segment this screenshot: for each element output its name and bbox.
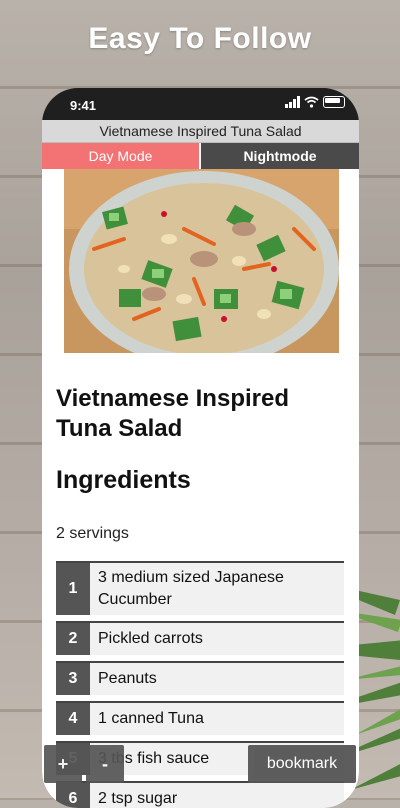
banner-title: Easy To Follow	[88, 22, 312, 55]
ingredient-number: 4	[56, 703, 90, 735]
ingredient-text: Peanuts	[98, 670, 157, 687]
ingredient-row: 3 Peanuts	[56, 661, 344, 695]
zoom-in-button[interactable]: +	[44, 745, 82, 783]
ingredient-row: 4 1 canned Tuna	[56, 701, 344, 735]
tab-day-mode[interactable]: Day Mode	[42, 143, 199, 169]
ingredient-number: 3	[56, 663, 90, 695]
status-icons	[285, 96, 345, 108]
battery-icon	[323, 96, 345, 108]
ingredient-row: 6 2 tsp sugar	[56, 781, 344, 808]
app-title: Vietnamese Inspired Tuna Salad	[42, 120, 359, 143]
servings-text: 2 servings	[56, 525, 129, 542]
ingredient-row: 1 3 medium sized Japanese Cucumber	[56, 561, 344, 615]
ingredient-number: 1	[56, 563, 90, 615]
phone-frame: 9:41 Vietnamese Inspired Tuna Salad Day …	[42, 88, 359, 808]
status-time: 9:41	[70, 98, 97, 113]
tab-nightmode[interactable]: Nightmode	[199, 143, 359, 169]
zoom-out-button[interactable]: -	[86, 745, 124, 783]
zoom-controls: + -	[44, 745, 124, 783]
ingredient-row: 2 Pickled carrots	[56, 621, 344, 655]
recipe-title: Vietnamese Inspired Tuna Salad	[56, 385, 289, 442]
recipe-photo	[64, 169, 339, 367]
ingredient-number: 6	[56, 783, 90, 808]
phone-notch	[122, 88, 279, 112]
ingredients-heading: Ingredients	[56, 466, 191, 494]
bookmark-button[interactable]: bookmark	[248, 745, 356, 783]
signal-icon	[285, 96, 300, 108]
ingredient-number: 2	[56, 623, 90, 655]
ingredient-text: 1 canned Tuna	[98, 710, 204, 727]
ingredient-text: 2 tsp sugar	[98, 790, 178, 807]
ingredient-text: Pickled carrots	[98, 630, 203, 647]
wifi-icon	[304, 96, 319, 108]
mode-tabs: Day Mode Nightmode	[42, 143, 359, 169]
app-screen: Vietnamese Inspired Tuna Salad Day Mode …	[42, 120, 359, 808]
ingredient-text: 3 medium sized Japanese Cucumber	[98, 569, 284, 608]
